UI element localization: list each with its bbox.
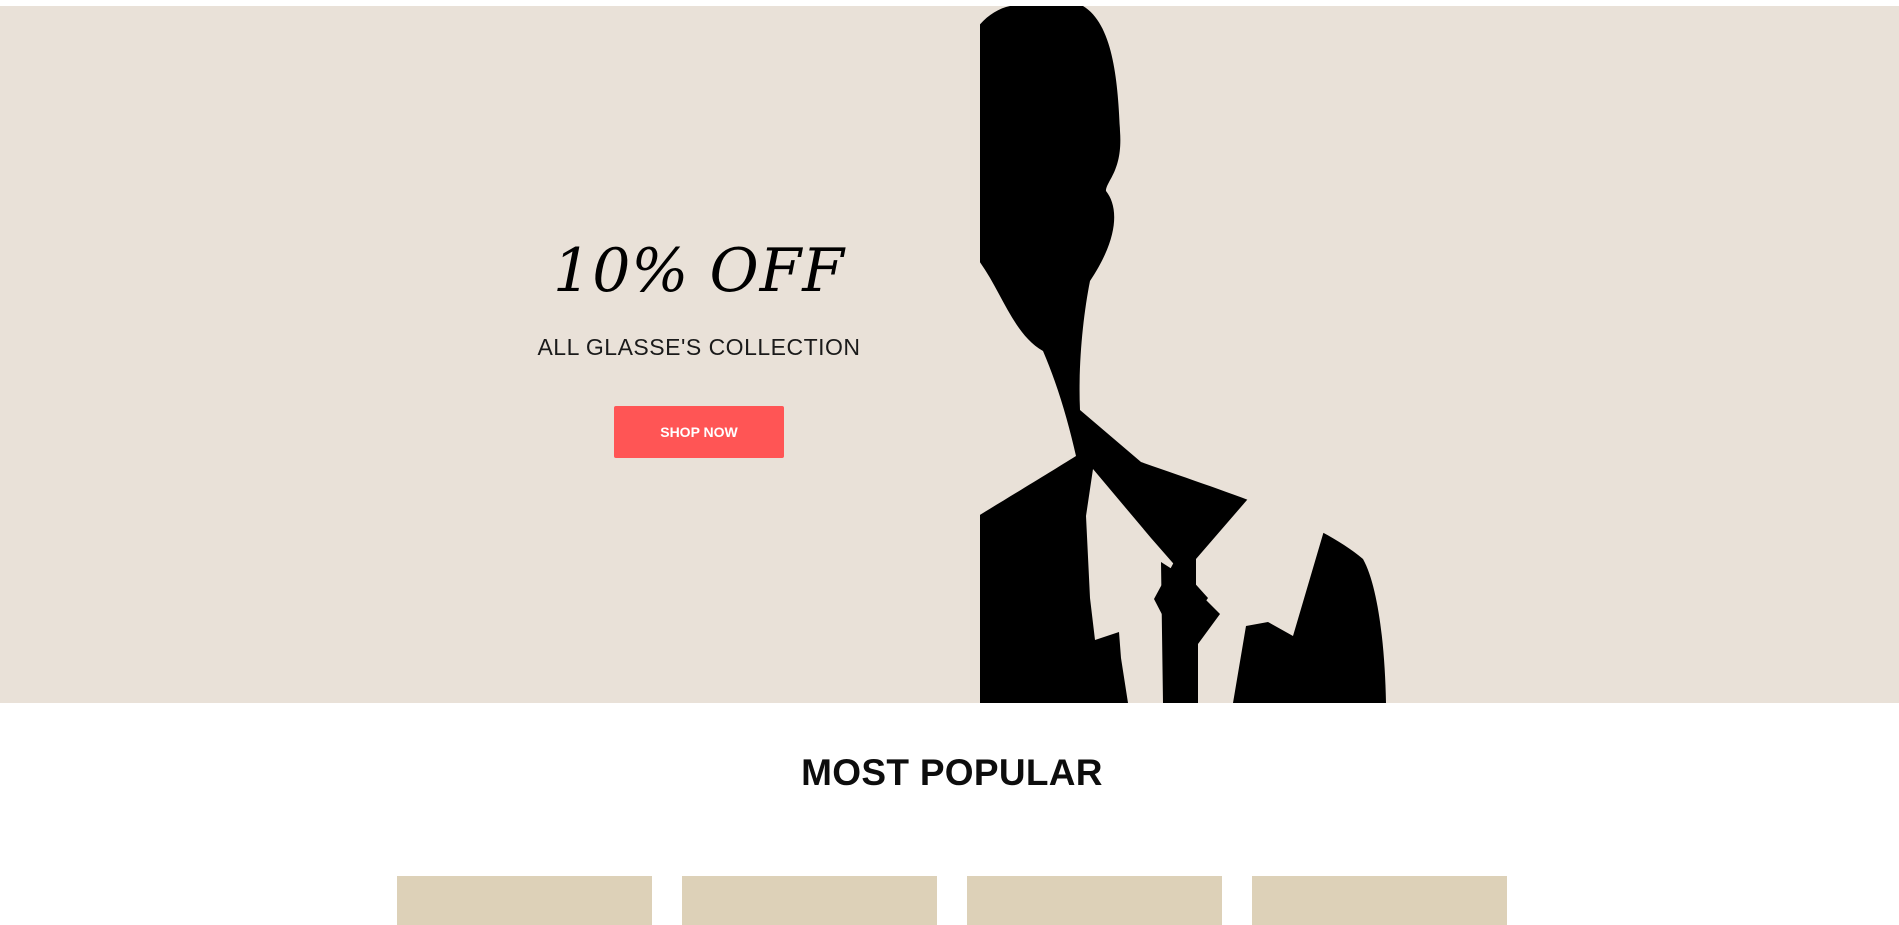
promo-subtitle: ALL GLASSE'S COLLECTION <box>537 334 861 360</box>
man-silhouette-icon <box>980 6 1386 703</box>
product-card[interactable] <box>682 876 937 925</box>
shop-now-button[interactable]: SHOP NOW <box>614 406 784 458</box>
product-grid <box>397 876 1507 925</box>
hero-copy: 10% OFF ALL GLASSE'S COLLECTION SHOP NOW <box>399 226 999 458</box>
promo-title: 10% OFF <box>553 236 845 306</box>
product-card[interactable] <box>397 876 652 925</box>
product-card[interactable] <box>1252 876 1507 925</box>
product-card[interactable] <box>967 876 1222 925</box>
hero-banner: 10% OFF ALL GLASSE'S COLLECTION SHOP NOW <box>0 6 1899 703</box>
page: 10% OFF ALL GLASSE'S COLLECTION SHOP NOW… <box>0 0 1899 925</box>
most-popular-heading: MOST POPULAR <box>801 752 1103 793</box>
